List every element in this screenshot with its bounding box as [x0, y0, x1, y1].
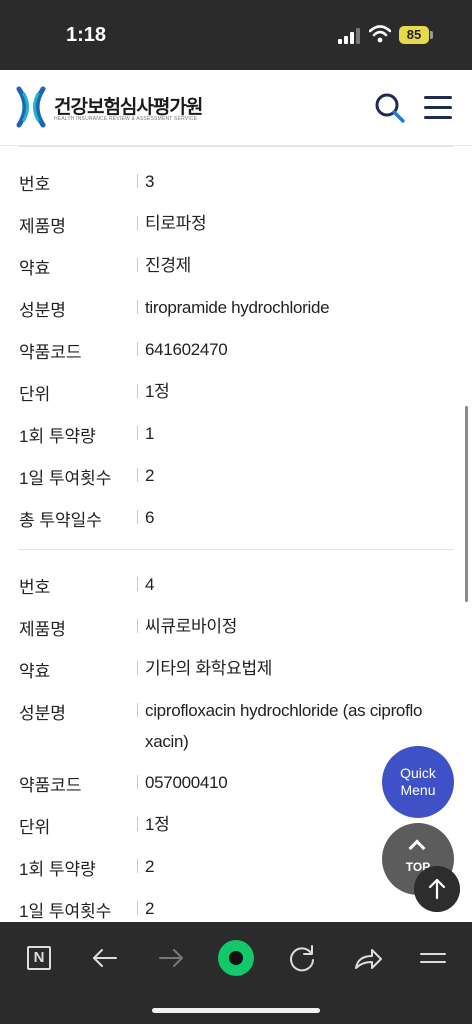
row-label: 1일 투여횟수 — [19, 902, 112, 921]
row-value: 6 — [145, 508, 155, 527]
status-bar: 1:18 85 — [0, 0, 472, 70]
row-label: 단위 — [19, 385, 51, 404]
row-separator — [137, 859, 138, 873]
divider — [18, 146, 454, 147]
arrow-up-icon[interactable] — [414, 866, 460, 912]
row-label: 성분명 — [19, 704, 66, 723]
row-label: 약품코드 — [19, 776, 82, 795]
row-value: 641602470 — [145, 340, 228, 359]
row-label: 약효 — [19, 259, 51, 278]
row-value: 진경제 — [145, 256, 192, 275]
row-label: 번호 — [19, 578, 51, 597]
battery-level: 85 — [399, 26, 429, 44]
row-separator — [137, 619, 138, 633]
row-separator — [137, 384, 138, 398]
divider — [18, 549, 454, 550]
row-value: 티로파정 — [145, 214, 207, 233]
quick-menu-button[interactable]: Quick Menu — [382, 746, 454, 818]
n-icon-glyph: N — [27, 946, 51, 970]
site-title[interactable]: 건강보험심사평가원 — [54, 92, 203, 119]
row-separator — [137, 577, 138, 591]
n-icon[interactable]: N — [17, 936, 61, 980]
row-separator — [137, 661, 138, 675]
share-icon[interactable] — [346, 936, 390, 980]
row-label: 제품명 — [19, 620, 66, 639]
home-indicator[interactable] — [152, 1008, 320, 1013]
row-separator — [137, 342, 138, 356]
row-separator — [137, 817, 138, 831]
row-label: 제품명 — [19, 217, 66, 236]
hira-logo-icon[interactable] — [16, 86, 46, 128]
chevron-up-icon — [408, 839, 426, 857]
row-separator — [137, 775, 138, 789]
row-separator — [137, 300, 138, 314]
row-value: 2 — [145, 899, 155, 918]
green-dot-glyph — [218, 940, 254, 976]
row-separator — [137, 703, 138, 717]
row-label: 약효 — [19, 662, 51, 681]
quick-menu-label-line1: Quick — [400, 765, 436, 781]
row-label: 약품코드 — [19, 343, 82, 362]
cellular-signal-icon — [338, 28, 360, 44]
row-value: 4 — [145, 575, 155, 594]
reload-icon[interactable] — [280, 936, 324, 980]
row-label: 총 투약일수 — [19, 511, 102, 530]
row-value: 1정 — [145, 382, 170, 401]
row-label: 1회 투약량 — [19, 860, 96, 879]
row-separator — [137, 426, 138, 440]
forward-arrow-icon[interactable] — [149, 936, 193, 980]
row-separator — [137, 468, 138, 482]
row-value: tiropramide hydrochloride — [145, 298, 330, 317]
row-label: 1회 투약량 — [19, 427, 96, 446]
row-label: 번호 — [19, 175, 51, 194]
row-value: 기타의 화학요법제 — [145, 659, 273, 678]
row-label: 1일 투여횟수 — [19, 469, 112, 488]
row-label: 단위 — [19, 818, 51, 837]
hamburger-menu-icon[interactable] — [422, 94, 454, 122]
row-value: 씨큐로바이정 — [145, 617, 238, 636]
row-separator — [137, 174, 138, 188]
wifi-icon — [369, 25, 391, 43]
menu-icon[interactable] — [411, 936, 455, 980]
scrollbar-thumb[interactable] — [465, 406, 468, 602]
quick-menu-label-line2: Menu — [400, 782, 436, 798]
row-separator — [137, 258, 138, 272]
row-separator — [137, 510, 138, 524]
green-dot-icon[interactable] — [214, 936, 258, 980]
status-time: 1:18 — [66, 24, 107, 46]
search-icon[interactable] — [372, 90, 408, 126]
row-separator — [137, 901, 138, 915]
site-header: 건강보험심사평가원 HEALTH INSURANCE REVIEW & ASSE… — [0, 70, 472, 146]
row-value: 1 — [145, 424, 155, 443]
back-arrow-icon[interactable] — [83, 936, 127, 980]
battery-nub — [430, 31, 433, 39]
row-label: 성분명 — [19, 301, 66, 320]
site-subtitle: HEALTH INSURANCE REVIEW & ASSESSMENT SER… — [54, 116, 198, 122]
row-value: 3 — [145, 172, 155, 191]
row-separator — [137, 216, 138, 230]
row-value: 2 — [145, 466, 155, 485]
row-value: ciprofloxacin hydrochloride (as ciproflo… — [145, 701, 423, 751]
